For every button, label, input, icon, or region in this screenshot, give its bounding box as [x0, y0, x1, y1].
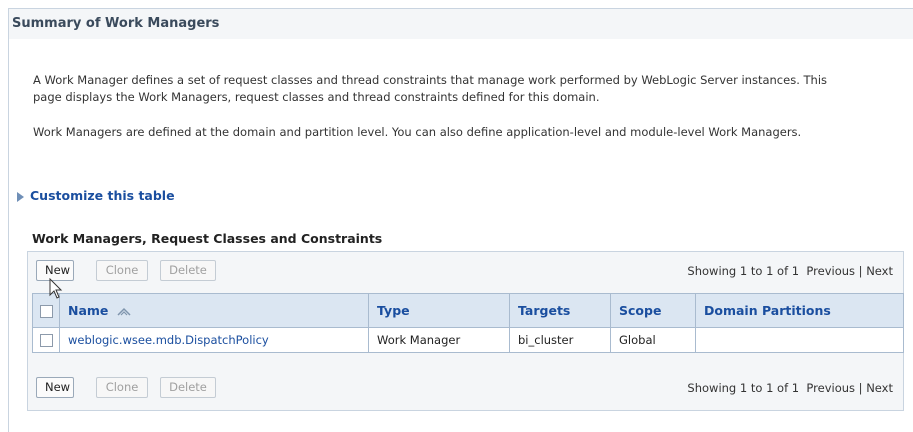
page-title: Summary of Work Managers [12, 16, 220, 31]
work-manager-name-link[interactable]: weblogic.wsee.mdb.DispatchPolicy [68, 333, 269, 347]
column-header-type[interactable]: Type [368, 293, 510, 328]
next-link[interactable]: Next [866, 381, 893, 395]
column-header-targets[interactable]: Targets [509, 293, 611, 328]
scope-cell: Global [610, 327, 696, 353]
work-managers-table: Name Type Targets Scope Domain Partition… [32, 293, 904, 353]
table-row: weblogic.wsee.mdb.DispatchPolicy Work Ma… [32, 327, 904, 353]
column-name-label: Name [68, 303, 109, 318]
clone-button-bottom[interactable]: Clone [96, 377, 148, 398]
domain-partitions-cell [695, 327, 904, 353]
paging-status: Showing 1 to 1 of 1 [687, 264, 800, 278]
paging-status: Showing 1 to 1 of 1 [687, 381, 800, 395]
pagination-bottom: Showing 1 to 1 of 1 Previous | Next [687, 381, 893, 395]
paging-separator: | [858, 381, 863, 395]
targets-cell: bi_cluster [509, 327, 611, 353]
column-header-name[interactable]: Name [59, 293, 369, 328]
mouse-pointer-icon [49, 278, 63, 299]
clone-button-top[interactable]: Clone [96, 260, 148, 281]
delete-button-bottom[interactable]: Delete [160, 377, 216, 398]
customize-label: Customize this table [30, 188, 175, 203]
new-button-bottom[interactable]: New [36, 377, 74, 398]
column-header-scope[interactable]: Scope [610, 293, 696, 328]
paging-separator: | [858, 264, 863, 278]
previous-link[interactable]: Previous [806, 381, 855, 395]
customize-table-link[interactable]: Customize this table [17, 188, 175, 203]
row-select-cell [32, 327, 60, 353]
table-title: Work Managers, Request Classes and Const… [32, 231, 383, 246]
column-header-domain-partitions[interactable]: Domain Partitions [695, 293, 904, 328]
description-line-1: A Work Manager defines a set of request … [33, 73, 827, 87]
next-link[interactable]: Next [866, 264, 893, 278]
description-paragraph-2: Work Managers are defined at the domain … [33, 125, 802, 139]
select-all-checkbox[interactable] [39, 305, 53, 318]
name-cell: weblogic.wsee.mdb.DispatchPolicy [59, 327, 369, 353]
table-header-row: Name Type Targets Scope Domain Partition… [32, 293, 904, 328]
delete-button-top[interactable]: Delete [160, 260, 216, 281]
triangle-right-icon [17, 191, 24, 202]
pagination-top: Showing 1 to 1 of 1 Previous | Next [687, 264, 893, 278]
row-checkbox[interactable] [39, 334, 53, 347]
description-line-2: page displays the Work Managers, request… [33, 90, 600, 104]
type-cell: Work Manager [368, 327, 510, 353]
previous-link[interactable]: Previous [806, 264, 855, 278]
sort-ascending-icon[interactable] [117, 307, 131, 317]
